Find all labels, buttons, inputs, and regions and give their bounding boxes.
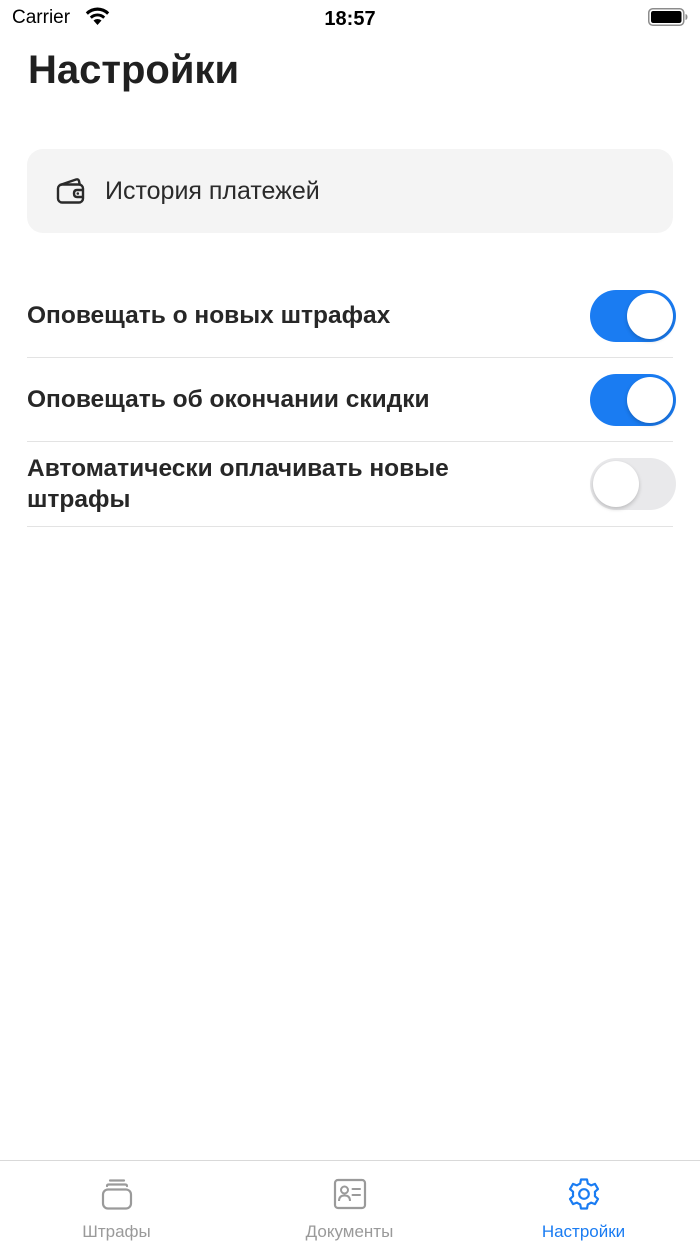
clock: 18:57 — [324, 8, 376, 30]
setting-row-new-fines: Оповещать о новых штрафах — [27, 274, 676, 358]
tab-label: Документы — [305, 1222, 394, 1241]
setting-label-autopay: Автоматически оплачивать новые штрафы — [27, 455, 449, 513]
id-card-icon — [333, 1178, 366, 1210]
notification-settings-list: Оповещать о новых штрафах Оповещать об о… — [27, 274, 676, 527]
payment-history-label: История платежей — [105, 176, 320, 205]
tab-label: Штрафы — [82, 1222, 151, 1241]
page-title: Настройки — [28, 48, 240, 92]
fines-stack-icon — [101, 1179, 132, 1210]
toggle-new-fines[interactable] — [590, 289, 676, 342]
tab-settings[interactable]: Настройки — [467, 1161, 700, 1244]
status-bar: Carrier 18:57 — [0, 0, 700, 38]
toggle-knob — [593, 461, 639, 507]
toggle-knob — [627, 376, 673, 423]
setting-row-autopay: Автоматически оплачивать новые штрафы — [27, 442, 676, 527]
tab-bar: Штрафы Документы Настройки — [0, 1160, 700, 1244]
tab-label: Настройки — [541, 1222, 626, 1241]
tab-documents[interactable]: Документы — [233, 1161, 466, 1244]
setting-row-discount-end: Оповещать об окончании скидки — [27, 358, 676, 442]
payment-history-button[interactable]: История платежей — [27, 149, 673, 233]
toggle-knob — [627, 292, 673, 339]
setting-label-discount-end: Оповещать об окончании скидки — [27, 386, 430, 413]
toggle-discount-end[interactable] — [590, 373, 676, 426]
gear-icon — [568, 1178, 599, 1210]
wallet-icon — [56, 178, 85, 204]
battery-icon — [648, 8, 688, 26]
setting-label-new-fines: Оповещать о новых штрафах — [27, 302, 391, 329]
toggle-autopay[interactable] — [590, 458, 676, 510]
tab-fines[interactable]: Штрафы — [0, 1161, 233, 1244]
